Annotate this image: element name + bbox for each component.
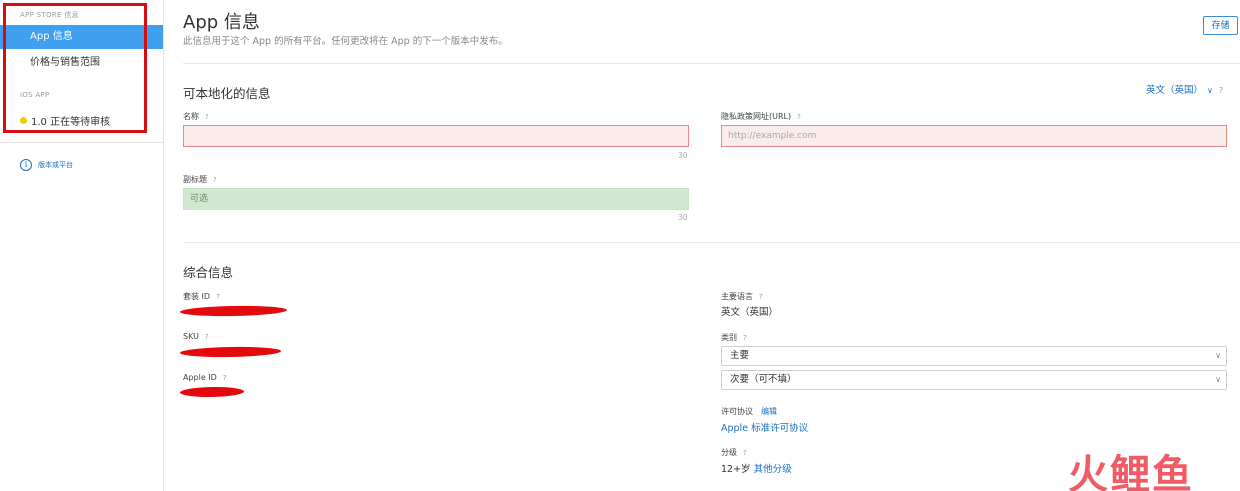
- sku-label: SKU?: [183, 332, 209, 341]
- other-ratings-link[interactable]: 其他分级: [754, 464, 792, 475]
- help-icon[interactable]: ?: [205, 113, 209, 121]
- redaction-mark: [179, 386, 245, 398]
- primary-category-select[interactable]: 主要 ∨: [721, 346, 1227, 366]
- primary-language-label: 主要语言?: [721, 292, 763, 301]
- rating-row: 12+岁 其他分级: [721, 461, 792, 475]
- rating-label: 分级?: [721, 448, 747, 457]
- privacy-url-input[interactable]: http://example.com: [721, 125, 1227, 147]
- apple-id-label: Apple ID?: [183, 373, 227, 382]
- page-subtitle: 此信息用于这个 App 的所有平台。任何更改将在 App 的下一个版本中发布。: [183, 36, 508, 47]
- chevron-down-icon: ∨: [1207, 86, 1213, 95]
- help-icon[interactable]: ?: [216, 293, 220, 301]
- page-title: App 信息: [183, 12, 260, 33]
- divider: [183, 242, 1240, 243]
- language-selector[interactable]: 英文（英国） ∨?: [1146, 82, 1223, 96]
- sidebar: APP STORE 信息 App 信息 价格与销售范围 iOS APP 1.0 …: [0, 0, 164, 491]
- chevron-down-icon: ∨: [1215, 375, 1221, 384]
- sidebar-section-app-store: APP STORE 信息: [20, 11, 79, 19]
- primary-language-value: 英文（英国）: [721, 307, 779, 318]
- bundle-id-label: 套装 ID?: [183, 292, 220, 301]
- section-title-general: 综合信息: [183, 265, 234, 280]
- version-platform-link[interactable]: i 版本或平台: [20, 159, 73, 171]
- secondary-category-value: 次要（可不填）: [730, 374, 797, 385]
- subtitle-char-counter: 30: [678, 213, 688, 222]
- license-label: 许可协议 编辑: [721, 407, 777, 416]
- redaction-mark: [179, 346, 282, 358]
- sidebar-item-app-info[interactable]: App 信息: [0, 25, 163, 49]
- sidebar-item-version[interactable]: 1.0 正在等待审核: [20, 113, 110, 128]
- subtitle-label: 副标题?: [183, 175, 217, 184]
- section-title-localizable: 可本地化的信息: [183, 86, 271, 101]
- help-icon[interactable]: ?: [205, 333, 209, 341]
- info-icon: i: [20, 159, 32, 171]
- language-value: 英文（英国）: [1146, 85, 1204, 96]
- save-button[interactable]: 存储: [1203, 16, 1238, 35]
- help-icon[interactable]: ?: [797, 113, 801, 121]
- redaction-mark: [179, 305, 288, 317]
- help-icon[interactable]: ?: [223, 374, 227, 382]
- watermark-logo: 火鲤鱼: [1068, 452, 1194, 491]
- help-icon[interactable]: ?: [1219, 86, 1223, 95]
- rating-value: 12+岁: [721, 464, 751, 475]
- help-icon[interactable]: ?: [743, 449, 747, 457]
- version-status-label: 1.0 正在等待审核: [31, 117, 111, 128]
- license-value-link[interactable]: Apple 标准许可协议: [721, 420, 808, 434]
- license-edit-link[interactable]: 编辑: [761, 407, 777, 416]
- secondary-category-select[interactable]: 次要（可不填） ∨: [721, 370, 1227, 390]
- version-platform-label: 版本或平台: [38, 161, 73, 169]
- subtitle-input[interactable]: 可选: [183, 188, 689, 210]
- divider: [183, 63, 1240, 64]
- sidebar-item-pricing[interactable]: 价格与销售范围: [0, 51, 163, 75]
- sidebar-divider: [0, 142, 163, 143]
- chevron-down-icon: ∨: [1215, 351, 1221, 360]
- primary-category-value: 主要: [730, 350, 750, 361]
- privacy-url-label: 隐私政策网址(URL)?: [721, 112, 801, 121]
- name-char-counter: 30: [678, 151, 688, 160]
- status-dot-icon: [20, 117, 27, 124]
- name-label: 名称?: [183, 112, 209, 121]
- help-icon[interactable]: ?: [213, 176, 217, 184]
- name-input[interactable]: [183, 125, 689, 147]
- sidebar-section-ios: iOS APP: [20, 91, 50, 99]
- help-icon[interactable]: ?: [759, 293, 763, 301]
- help-icon[interactable]: ?: [743, 334, 747, 342]
- category-label: 类别?: [721, 333, 747, 342]
